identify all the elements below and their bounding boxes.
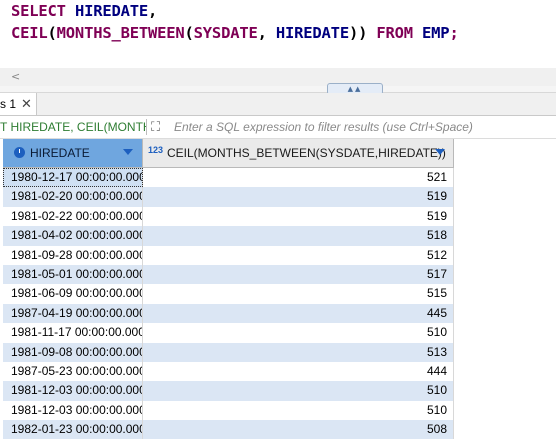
months-between-function: MONTHS_BETWEEN <box>56 24 185 42</box>
cell-hiredate[interactable]: 1987-05-23 00:00:00.000 <box>3 361 143 382</box>
editor-horizontal-scrollbar[interactable]: < <box>0 68 556 86</box>
close-paren: )) <box>348 24 368 42</box>
ceil-function: CEIL <box>11 24 48 42</box>
chevron-down-icon[interactable] <box>435 149 445 155</box>
cell-months[interactable]: 517 <box>143 264 454 285</box>
table-row[interactable]: 1987-05-23 00:00:00.000 444 <box>0 361 556 382</box>
table-row[interactable]: 1981-02-20 00:00:00.000 519 <box>0 187 556 207</box>
cell-hiredate[interactable]: 1981-12-03 00:00:00.000 <box>3 381 143 401</box>
comma: , <box>148 2 158 20</box>
column-header-hiredate[interactable]: HIREDATE <box>3 139 143 168</box>
cell-hiredate[interactable]: 1981-02-22 00:00:00.000 <box>3 206 143 227</box>
emp-table: EMP <box>422 24 450 42</box>
table-row[interactable]: 1981-04-02 00:00:00.000 518 <box>0 226 556 246</box>
cell-hiredate[interactable]: 1981-05-01 00:00:00.000 <box>3 264 143 285</box>
table-row[interactable]: 1981-06-09 00:00:00.000 515 <box>0 284 556 304</box>
semicolon: ; <box>449 24 459 42</box>
divider <box>146 119 147 135</box>
cell-months[interactable]: 519 <box>143 187 454 207</box>
table-row[interactable]: 1987-04-19 00:00:00.000 445 <box>0 303 556 324</box>
cell-hiredate[interactable]: 1982-01-23 00:00:00.000 <box>3 420 143 440</box>
cell-months[interactable]: 510 <box>143 400 454 421</box>
cell-hiredate[interactable]: 1980-12-17 00:00:00.000 <box>3 168 143 188</box>
cell-hiredate[interactable]: 1987-04-19 00:00:00.000 <box>3 303 143 324</box>
sql-editor[interactable]: SELECT HIREDATE, CEIL(MONTHS_BETWEEN(SYS… <box>0 0 556 68</box>
cell-months[interactable]: 519 <box>143 206 454 227</box>
table-row[interactable]: 1981-11-17 00:00:00.000 510 <box>0 323 556 343</box>
tab-results-label: s 1 <box>0 97 17 111</box>
table-row[interactable]: 1981-12-03 00:00:00.000 510 <box>0 400 556 421</box>
open-paren: ( <box>47 24 57 42</box>
sysdate-keyword: SYSDATE <box>193 24 258 42</box>
column-header-label: HIREDATE <box>30 146 90 160</box>
cell-months[interactable]: 521 <box>143 168 454 188</box>
chevron-down-icon[interactable] <box>123 149 133 155</box>
cell-months[interactable]: 513 <box>143 342 454 362</box>
hiredate-identifier: HIREDATE <box>275 24 349 42</box>
cell-hiredate[interactable]: 1981-09-08 00:00:00.000 <box>3 342 143 362</box>
select-keyword: SELECT <box>11 2 66 20</box>
table-row[interactable]: 1981-02-22 00:00:00.000 519 <box>0 206 556 227</box>
cell-hiredate[interactable]: 1981-11-17 00:00:00.000 <box>3 323 143 343</box>
tab-results[interactable]: s 1 ✕ <box>0 93 37 115</box>
cell-hiredate[interactable]: 1981-09-28 00:00:00.000 <box>3 245 143 265</box>
hiredate-identifier: HIREDATE <box>74 2 148 20</box>
cell-months[interactable]: 444 <box>143 361 454 382</box>
close-icon[interactable]: ✕ <box>21 93 32 115</box>
results-tab-bar: s 1 ✕ <box>0 93 556 116</box>
table-row[interactable]: 1981-09-08 00:00:00.000 513 <box>0 342 556 362</box>
panel-splitter[interactable]: ▲▲ <box>0 83 556 95</box>
cell-months[interactable]: 515 <box>143 284 454 304</box>
filter-expand-icon[interactable]: ⛶ <box>151 116 160 138</box>
table-row[interactable]: 1981-05-01 00:00:00.000 517 <box>0 264 556 285</box>
cell-months[interactable]: 510 <box>143 381 454 401</box>
table-row[interactable]: 1981-12-03 00:00:00.000 510 <box>0 381 556 401</box>
cell-hiredate[interactable]: 1981-06-09 00:00:00.000 <box>3 284 143 304</box>
open-paren: ( <box>184 24 194 42</box>
cell-months[interactable]: 508 <box>143 420 454 440</box>
comma: , <box>257 24 267 42</box>
sql-line-2[interactable]: CEIL(MONTHS_BETWEEN(SYSDATE, HIREDATE)) … <box>11 24 459 42</box>
cell-months[interactable]: 512 <box>143 245 454 265</box>
column-header-label: CEIL(MONTHS_BETWEEN(SYSDATE,HIREDATE)) <box>167 146 446 160</box>
filter-bar: T HIREDATE, CEIL(MONTHS ⛶ Enter a SQL ex… <box>0 116 556 139</box>
cell-months[interactable]: 510 <box>143 323 454 343</box>
cell-hiredate[interactable]: 1981-02-20 00:00:00.000 <box>3 187 143 207</box>
numeric-type-icon: 123 <box>148 145 164 155</box>
grid-header: HIREDATE 123 CEIL(MONTHS_BETWEEN(SYSDATE… <box>0 139 556 168</box>
cell-months[interactable]: 518 <box>143 226 454 246</box>
table-row[interactable]: 1982-01-23 00:00:00.000 508 <box>0 420 556 440</box>
filter-input[interactable]: Enter a SQL expression to filter results… <box>174 116 473 138</box>
cell-hiredate[interactable]: 1981-04-02 00:00:00.000 <box>3 226 143 246</box>
grid-body: 1980-12-17 00:00:00.000 521 1981-02-20 00:… <box>0 168 556 440</box>
table-row[interactable]: 1981-09-28 00:00:00.000 512 <box>0 245 556 265</box>
from-keyword: FROM <box>376 24 413 42</box>
scroll-left-arrow[interactable]: < <box>11 68 20 86</box>
query-text-label: T HIREDATE, CEIL(MONTHS <box>0 120 146 134</box>
cell-months[interactable]: 445 <box>143 303 454 324</box>
clock-icon <box>14 147 25 158</box>
column-header-ceil-months[interactable]: 123 CEIL(MONTHS_BETWEEN(SYSDATE,HIREDATE… <box>143 139 454 168</box>
sql-line-1[interactable]: SELECT HIREDATE, <box>11 2 157 20</box>
table-row[interactable]: 1980-12-17 00:00:00.000 521 <box>0 168 556 188</box>
cell-hiredate[interactable]: 1981-12-03 00:00:00.000 <box>3 400 143 421</box>
